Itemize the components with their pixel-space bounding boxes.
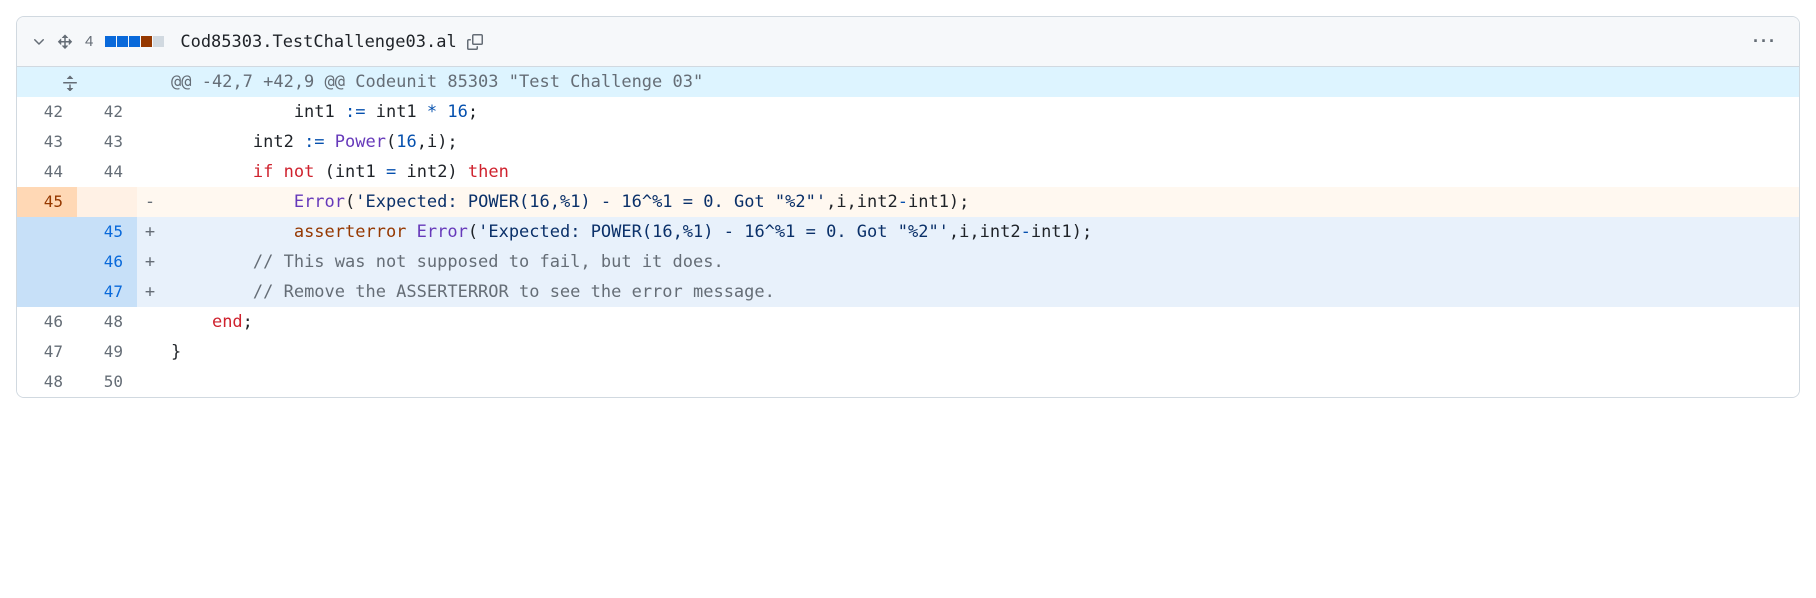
line-number-new[interactable]: 50 — [77, 367, 137, 397]
line-number-old[interactable] — [17, 247, 77, 277]
line-number-new[interactable]: 44 — [77, 157, 137, 187]
diffstat-block — [117, 36, 128, 47]
code-content[interactable]: if not (int1 = int2) then — [163, 157, 1799, 187]
diffstat-block — [153, 36, 164, 47]
diffstat — [105, 36, 164, 47]
file-menu-icon[interactable]: ··· — [1745, 27, 1785, 56]
line-number-old[interactable]: 44 — [17, 157, 77, 187]
diffstat-block — [141, 36, 152, 47]
line-number-old[interactable]: 43 — [17, 127, 77, 157]
diff-line: 4242 int1 := int1 * 16; — [17, 97, 1799, 127]
hunk-header-text: @@ -42,7 +42,9 @@ Codeunit 85303 "Test C… — [163, 67, 1799, 97]
line-number-old[interactable]: 45 — [17, 187, 77, 217]
line-number-old[interactable]: 46 — [17, 307, 77, 337]
diffstat-block — [129, 36, 140, 47]
diff-line: 45 - Error('Expected: POWER(16,%1) - 16^%… — [17, 187, 1799, 217]
diff-line: 46+ // This was not supposed to fail, bu… — [17, 247, 1799, 277]
diff-marker — [137, 97, 163, 127]
diff-line: 47+ // Remove the ASSERTERROR to see the… — [17, 277, 1799, 307]
code-content[interactable]: Error('Expected: POWER(16,%1) - 16^%1 = … — [163, 187, 1799, 217]
diff-marker — [137, 307, 163, 337]
code-content[interactable]: } — [163, 337, 1799, 367]
line-number-new[interactable]: 42 — [77, 97, 137, 127]
diff-marker: - — [137, 187, 163, 217]
diff-line: 4648 end; — [17, 307, 1799, 337]
code-content[interactable]: int2 := Power(16,i); — [163, 127, 1799, 157]
diff-line: 4850 — [17, 367, 1799, 397]
diffstat-block — [105, 36, 116, 47]
line-number-old[interactable] — [17, 277, 77, 307]
code-content[interactable]: end; — [163, 307, 1799, 337]
line-number-new[interactable]: 43 — [77, 127, 137, 157]
code-content[interactable]: asserterror Error('Expected: POWER(16,%1… — [163, 217, 1799, 247]
line-number-old[interactable]: 48 — [17, 367, 77, 397]
diff-line: 4444 if not (int1 = int2) then — [17, 157, 1799, 187]
expand-all-icon[interactable] — [57, 34, 73, 50]
file-header: 4 Cod85303.TestChallenge03.al ··· — [17, 17, 1799, 67]
diff-marker — [137, 337, 163, 367]
diff-marker: + — [137, 217, 163, 247]
code-content[interactable]: int1 := int1 * 16; — [163, 97, 1799, 127]
collapse-file-icon[interactable] — [31, 34, 47, 50]
code-content[interactable]: // This was not supposed to fail, but it… — [163, 247, 1799, 277]
diff-marker — [137, 367, 163, 397]
diff-line: 45+ asserterror Error('Expected: POWER(1… — [17, 217, 1799, 247]
header-actions: ··· — [1745, 27, 1785, 56]
diff-table: @@ -42,7 +42,9 @@ Codeunit 85303 "Test C… — [17, 67, 1799, 397]
copy-path-icon[interactable] — [467, 34, 483, 50]
diff-marker: + — [137, 277, 163, 307]
code-content[interactable]: // Remove the ASSERTERROR to see the err… — [163, 277, 1799, 307]
file-name[interactable]: Cod85303.TestChallenge03.al — [180, 32, 456, 52]
expand-hunk-icon[interactable] — [17, 67, 137, 97]
line-number-new[interactable]: 49 — [77, 337, 137, 367]
diff-line: 4343 int2 := Power(16,i); — [17, 127, 1799, 157]
line-number-new[interactable]: 46 — [77, 247, 137, 277]
hunk-header: @@ -42,7 +42,9 @@ Codeunit 85303 "Test C… — [17, 67, 1799, 97]
diff-line: 4749} — [17, 337, 1799, 367]
line-number-new[interactable]: 48 — [77, 307, 137, 337]
line-number-old[interactable]: 47 — [17, 337, 77, 367]
line-number-new[interactable]: 45 — [77, 217, 137, 247]
diff-file-container: 4 Cod85303.TestChallenge03.al ··· @@ -42… — [16, 16, 1800, 398]
diff-marker: + — [137, 247, 163, 277]
diff-marker — [137, 127, 163, 157]
line-number-old[interactable] — [17, 217, 77, 247]
line-number-new[interactable] — [77, 187, 137, 217]
code-content[interactable] — [163, 367, 1799, 397]
change-count: 4 — [85, 33, 93, 50]
diff-marker — [137, 157, 163, 187]
line-number-old[interactable]: 42 — [17, 97, 77, 127]
line-number-new[interactable]: 47 — [77, 277, 137, 307]
